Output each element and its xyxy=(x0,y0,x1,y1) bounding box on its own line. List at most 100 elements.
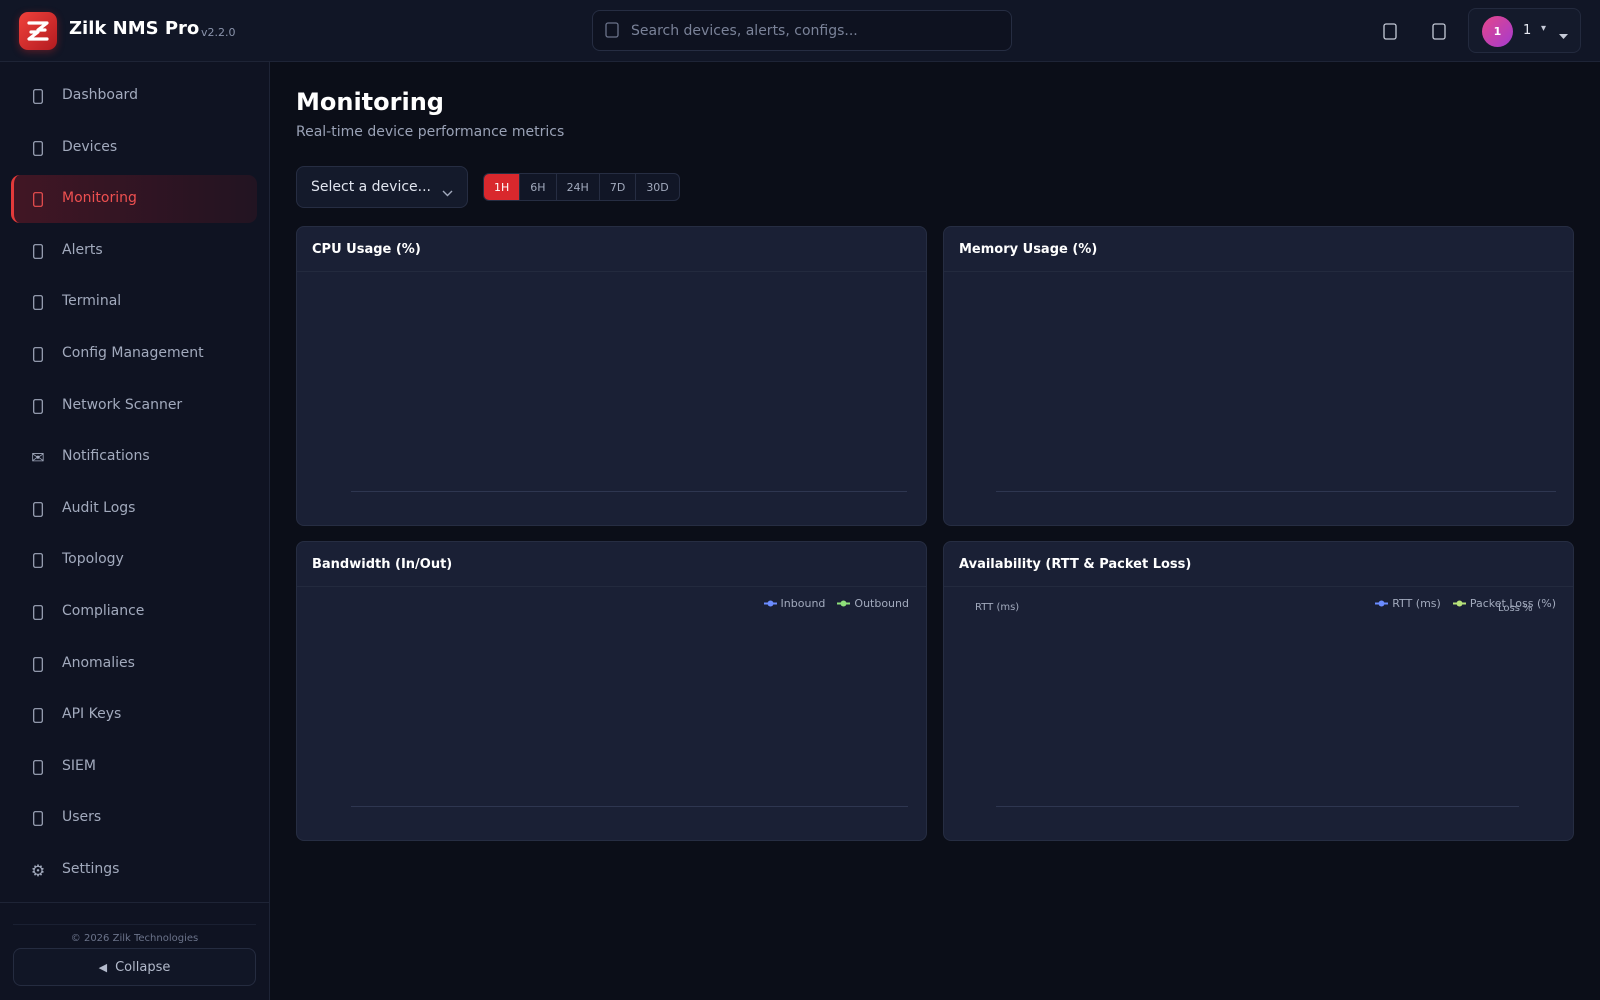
card-title: CPU Usage (%) xyxy=(312,242,421,257)
sidebar-footer-divider xyxy=(13,924,256,925)
sidebar-item-label: Compliance xyxy=(62,603,145,619)
notifications-bell-icon[interactable] xyxy=(1378,19,1402,43)
sidebar-item-label: Monitoring xyxy=(62,190,137,206)
dashboard-icon xyxy=(28,86,48,106)
sidebar-item-label: SIEM xyxy=(62,758,96,774)
card-header: Bandwidth (In/Out) xyxy=(297,542,926,587)
page-subtitle: Real-time device performance metrics xyxy=(296,124,565,140)
chart-line-icon xyxy=(28,189,48,209)
app-name: Zilk NMS Pro xyxy=(69,18,200,39)
bandwidth-chart xyxy=(297,587,926,840)
app-logo[interactable] xyxy=(19,12,57,50)
envelope-icon: ✉ xyxy=(31,447,45,467)
sidebar-item-dashboard[interactable]: Dashboard xyxy=(11,72,257,120)
page-title: Monitoring xyxy=(296,88,444,116)
time-range-30d-button[interactable]: 30D xyxy=(636,174,678,200)
sidebar-item-label: Config Management xyxy=(62,345,204,361)
x-axis-line xyxy=(996,806,1519,807)
sidebar-item-audit-logs[interactable]: Audit Logs xyxy=(11,485,257,533)
sidebar-item-label: Notifications xyxy=(62,448,150,464)
sidebar-item-label: Devices xyxy=(62,139,118,155)
sitemap-icon xyxy=(28,550,48,570)
user-role-caret: ▾ xyxy=(1541,23,1547,34)
time-range-1h-button[interactable]: 1H xyxy=(484,174,521,200)
bell-icon xyxy=(28,241,48,261)
time-range-6h-button[interactable]: 6H xyxy=(520,174,557,200)
time-range-7d-button[interactable]: 7D xyxy=(600,174,637,200)
chevron-down-icon xyxy=(1559,25,1568,44)
sidebar: Dashboard Devices Monitoring Alerts Terminal… xyxy=(0,62,270,1000)
avatar: 1 xyxy=(1482,16,1513,47)
x-axis-line xyxy=(351,491,907,492)
users-icon xyxy=(28,808,48,828)
device-select[interactable]: Select a device... xyxy=(296,166,468,208)
collapse-sidebar-button[interactable]: ◀ Collapse xyxy=(13,948,256,986)
user-name: 1 xyxy=(1523,23,1532,38)
sidebar-item-label: Settings xyxy=(62,861,120,877)
x-axis-line xyxy=(996,491,1556,492)
copyright-text: © 2026 Zilk Technologies xyxy=(70,933,199,944)
top-bar: Zilk NMS Pro v2.2.0 1 1 ▾ xyxy=(0,0,1600,62)
server-icon xyxy=(28,138,48,158)
sidebar-item-label: Users xyxy=(62,809,102,825)
sidebar-item-label: Alerts xyxy=(62,242,103,258)
sidebar-item-label: Network Scanner xyxy=(62,397,183,413)
x-axis-line xyxy=(351,806,908,807)
shield-icon xyxy=(28,602,48,622)
device-select-value: Select a device... xyxy=(311,179,432,195)
sidebar-item-alerts[interactable]: Alerts xyxy=(11,227,257,275)
time-range-selector: 1H 6H 24H 7D 30D xyxy=(483,173,680,201)
card-title: Memory Usage (%) xyxy=(959,242,1098,257)
lock-icon xyxy=(28,757,48,777)
sidebar-item-label: Topology xyxy=(62,551,124,567)
global-search[interactable] xyxy=(592,10,1012,51)
bandwidth-card: Bandwidth (In/Out) Inbound Outbound xyxy=(296,541,927,841)
sidebar-item-notifications[interactable]: ✉ Notifications xyxy=(11,433,257,481)
sidebar-item-siem[interactable]: SIEM xyxy=(11,743,257,791)
sidebar-item-settings[interactable]: ⚙ Settings xyxy=(11,846,257,894)
collapse-arrow-icon: ◀ xyxy=(98,960,108,974)
theme-toggle-icon[interactable] xyxy=(1427,19,1451,43)
sidebar-item-anomalies[interactable]: Anomalies xyxy=(11,640,257,688)
availability-card: Availability (RTT & Packet Loss) RTT (ms… xyxy=(943,541,1574,841)
sidebar-item-api-keys[interactable]: API Keys xyxy=(11,691,257,739)
key-icon xyxy=(28,705,48,725)
app-version: v2.2.0 xyxy=(201,26,236,39)
card-header: Memory Usage (%) xyxy=(944,227,1573,272)
terminal-icon xyxy=(28,292,48,312)
search-icon xyxy=(605,22,619,42)
user-menu[interactable]: 1 1 ▾ xyxy=(1468,8,1581,53)
zilk-logo-icon xyxy=(27,21,49,41)
warning-icon xyxy=(28,654,48,674)
sidebar-item-label: Terminal xyxy=(62,293,122,309)
chevron-down-icon xyxy=(442,182,453,201)
sidebar-divider xyxy=(0,902,269,903)
availability-chart xyxy=(944,587,1573,840)
radar-icon xyxy=(28,396,48,416)
sidebar-item-label: API Keys xyxy=(62,706,122,722)
sidebar-item-users[interactable]: Users xyxy=(11,794,257,842)
memory-usage-card: Memory Usage (%) xyxy=(943,226,1574,526)
sidebar-item-compliance[interactable]: Compliance xyxy=(11,588,257,636)
clipboard-icon xyxy=(28,499,48,519)
card-header: Availability (RTT & Packet Loss) xyxy=(944,542,1573,587)
time-range-24h-button[interactable]: 24H xyxy=(557,174,600,200)
memory-chart xyxy=(944,272,1573,525)
card-title: Bandwidth (In/Out) xyxy=(312,557,453,572)
sidebar-item-topology[interactable]: Topology xyxy=(11,536,257,584)
card-header: CPU Usage (%) xyxy=(297,227,926,272)
card-title: Availability (RTT & Packet Loss) xyxy=(959,557,1192,572)
sidebar-item-label: Audit Logs xyxy=(62,500,136,516)
sidebar-item-label: Anomalies xyxy=(62,655,135,671)
sidebar-item-terminal[interactable]: Terminal xyxy=(11,278,257,326)
sidebar-item-monitoring[interactable]: Monitoring xyxy=(11,175,257,223)
sidebar-item-devices[interactable]: Devices xyxy=(11,124,257,172)
sidebar-item-config-management[interactable]: Config Management xyxy=(11,330,257,378)
file-code-icon xyxy=(28,344,48,364)
search-input[interactable] xyxy=(631,11,1001,50)
gear-icon: ⚙ xyxy=(30,860,46,880)
cpu-chart xyxy=(297,272,926,525)
sidebar-item-network-scanner[interactable]: Network Scanner xyxy=(11,382,257,430)
cpu-usage-card: CPU Usage (%) xyxy=(296,226,927,526)
collapse-label: Collapse xyxy=(115,959,171,975)
